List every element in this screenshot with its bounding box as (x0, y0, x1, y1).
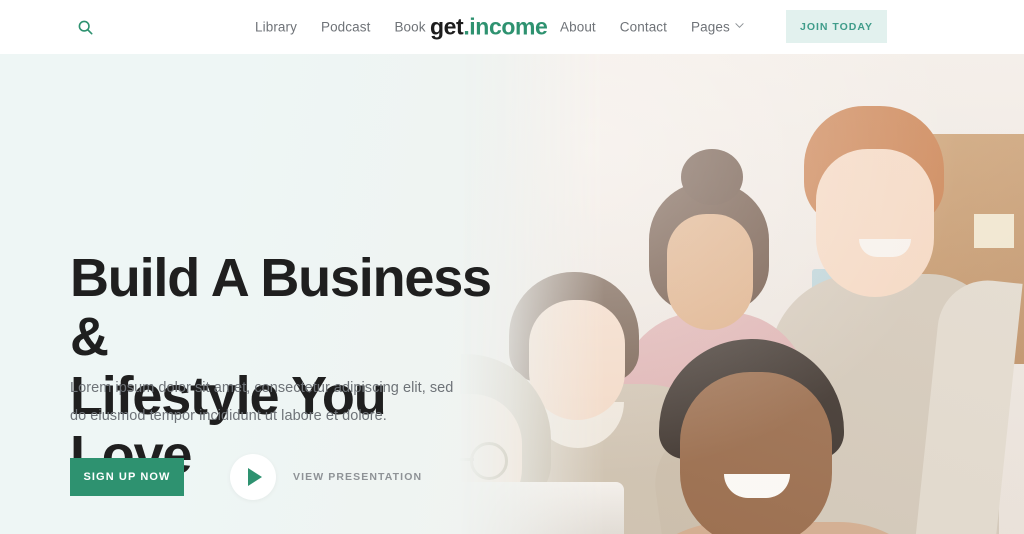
hero-cta-group: SIGN UP NOW VIEW PRESENTATION (70, 454, 422, 500)
nav-link-pages-label: Pages (691, 19, 730, 35)
join-today-button[interactable]: JOIN TODAY (786, 10, 887, 43)
nav-link-about[interactable]: About (560, 20, 596, 35)
hero-section: Build A Business & Lifestyle You Love Lo… (0, 54, 1024, 534)
logo-text-accent: .income (463, 13, 548, 40)
hero-title: Build A Business & Lifestyle You Love (70, 249, 520, 485)
view-presentation-button[interactable]: VIEW PRESENTATION (230, 454, 422, 500)
site-logo[interactable]: get.income (430, 13, 548, 41)
nav-link-contact[interactable]: Contact (620, 20, 667, 35)
site-header: Library Podcast Book get.income About Co… (0, 0, 1024, 54)
nav-link-pages[interactable]: Pages (691, 19, 744, 35)
nav-link-book[interactable]: Book (394, 20, 425, 35)
hero-content: Build A Business & Lifestyle You Love Lo… (70, 54, 500, 534)
hero-title-line-1: Build A Business & (70, 248, 492, 367)
nav-link-podcast[interactable]: Podcast (321, 20, 370, 35)
play-icon[interactable] (230, 454, 276, 500)
primary-nav-right: About Contact Pages (560, 19, 744, 35)
search-icon[interactable] (70, 12, 100, 42)
logo-text-primary: get (430, 13, 464, 40)
hero-subtitle: Lorem ipsum dolor sit amet, consectetur … (70, 374, 470, 430)
chevron-down-icon (735, 22, 744, 30)
primary-nav-left: Library Podcast Book (255, 20, 426, 35)
sign-up-now-button[interactable]: SIGN UP NOW (70, 458, 184, 496)
play-triangle (248, 468, 262, 486)
nav-link-library[interactable]: Library (255, 20, 297, 35)
hero-subtitle-line-2: tempor incididunt ut labore et dolore. (149, 408, 387, 424)
view-presentation-label: VIEW PRESENTATION (293, 471, 423, 483)
landing-page: Library Podcast Book get.income About Co… (0, 0, 1024, 534)
